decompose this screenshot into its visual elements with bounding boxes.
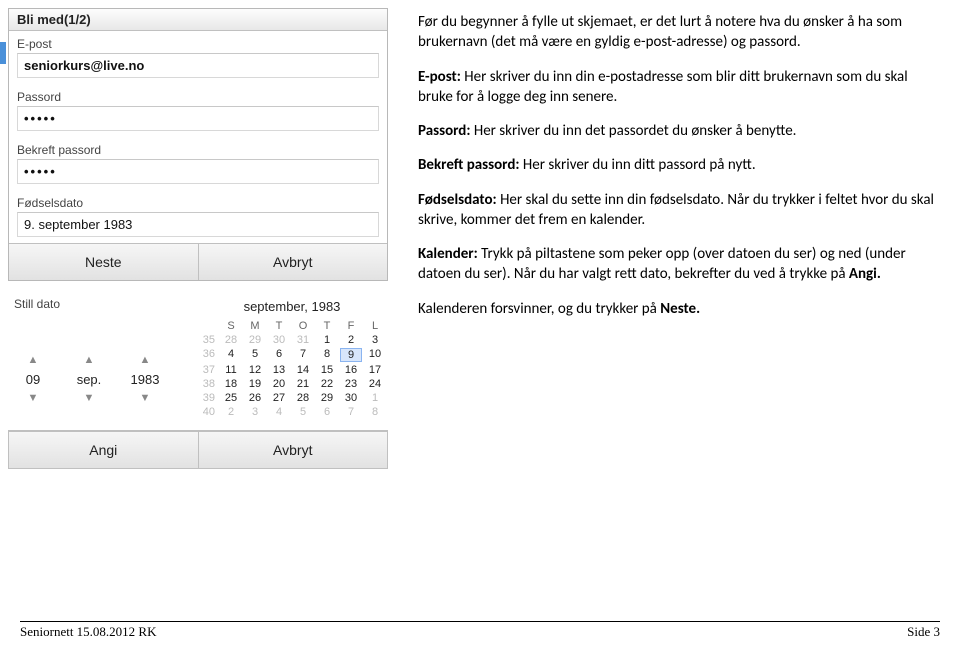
email-field[interactable]: seniorkurs@live.no <box>17 53 379 78</box>
calendar-day-cell[interactable]: 29 <box>244 334 266 346</box>
calendar-day-cell[interactable]: 3 <box>244 406 266 418</box>
calendar-week-number: 36 <box>196 348 218 362</box>
calendar-week-number: 39 <box>196 392 218 404</box>
month-value: sep. <box>77 372 102 387</box>
birthdate-label: Fødselsdato <box>9 190 387 210</box>
month-up-icon[interactable]: ▲ <box>84 355 95 366</box>
calendar-weekday-header: T <box>316 320 338 332</box>
calendar-weekday-header: T <box>268 320 290 332</box>
active-field-indicator <box>0 42 6 64</box>
calendar-day-cell[interactable]: 27 <box>268 392 290 404</box>
date-spinner-title: Still dato <box>8 293 188 315</box>
calendar-day-cell[interactable]: 31 <box>292 334 314 346</box>
instruction-next: Kalenderen forsvinner, og du trykker på … <box>418 299 940 319</box>
calendar-month-label: september, 1983 <box>196 299 388 314</box>
day-up-icon[interactable]: ▲ <box>28 355 39 366</box>
calendar-weekday-header: F <box>340 320 362 332</box>
date-spinner-panel: Still dato ▲ 09 ▼ ▲ sep. ▼ ▲ 1983 <box>8 293 188 418</box>
calendar-day-cell[interactable]: 20 <box>268 378 290 390</box>
calendar-day-cell[interactable]: 1 <box>364 392 386 404</box>
instruction-intro: Før du begynner å fylle ut skjemaet, er … <box>418 12 940 53</box>
calendar-day-cell[interactable]: 2 <box>220 406 242 418</box>
calendar-day-cell[interactable]: 5 <box>292 406 314 418</box>
email-label: E-post <box>9 31 387 51</box>
day-down-icon[interactable]: ▼ <box>28 393 39 404</box>
calendar-day-cell[interactable]: 23 <box>340 378 362 390</box>
footer-right: Side 3 <box>907 624 940 640</box>
year-value: 1983 <box>131 372 160 387</box>
instruction-calendar: Kalender: Trykk på piltastene som peker … <box>418 244 940 285</box>
calendar-day-cell[interactable]: 5 <box>244 348 266 362</box>
form-title: Bli med(1/2) <box>9 9 387 31</box>
instruction-password: Passord: Her skriver du inn det passorde… <box>418 121 940 141</box>
signup-form: Bli med(1/2) E-post seniorkurs@live.no P… <box>8 8 388 281</box>
birthdate-field[interactable]: 9. september 1983 <box>17 212 379 237</box>
calendar-day-cell[interactable]: 2 <box>340 334 362 346</box>
calendar-day-cell[interactable]: 28 <box>292 392 314 404</box>
calendar-day-cell[interactable]: 21 <box>292 378 314 390</box>
instruction-email: E-post: Her skriver du inn din e-postadr… <box>418 67 940 108</box>
footer-left: Seniornett 15.08.2012 RK <box>20 624 157 640</box>
calendar-day-cell[interactable]: 17 <box>364 364 386 376</box>
calendar-weekday-header: M <box>244 320 266 332</box>
calendar-day-cell[interactable]: 6 <box>268 348 290 362</box>
calendar-week-number: 40 <box>196 406 218 418</box>
password-field[interactable]: ••••• <box>17 106 379 131</box>
page-footer: Seniornett 15.08.2012 RK Side 3 <box>20 621 940 640</box>
calendar-day-cell[interactable]: 28 <box>220 334 242 346</box>
calendar-weekday-header: L <box>364 320 386 332</box>
date-cancel-button[interactable]: Avbryt <box>198 431 388 468</box>
calendar-day-cell[interactable]: 6 <box>316 406 338 418</box>
calendar-day-cell[interactable]: 18 <box>220 378 242 390</box>
year-down-icon[interactable]: ▼ <box>140 393 151 404</box>
calendar-day-cell[interactable]: 4 <box>220 348 242 362</box>
confirm-password-field[interactable]: ••••• <box>17 159 379 184</box>
calendar-day-cell[interactable]: 10 <box>364 348 386 362</box>
instruction-confirm: Bekreft passord: Her skriver du inn ditt… <box>418 155 940 175</box>
calendar-week-number: 38 <box>196 378 218 390</box>
year-up-icon[interactable]: ▲ <box>140 355 151 366</box>
calendar-day-cell[interactable]: 19 <box>244 378 266 390</box>
instruction-birthdate: Fødselsdato: Her skal du sette inn din f… <box>418 190 940 231</box>
calendar-day-cell[interactable]: 30 <box>340 392 362 404</box>
date-set-button[interactable]: Angi <box>9 431 198 468</box>
calendar-day-cell[interactable]: 9 <box>340 348 362 362</box>
calendar-day-cell[interactable]: 13 <box>268 364 290 376</box>
day-value: 09 <box>26 372 40 387</box>
calendar-weekday-header: O <box>292 320 314 332</box>
calendar-day-cell[interactable]: 11 <box>220 364 242 376</box>
calendar-day-cell[interactable]: 16 <box>340 364 362 376</box>
calendar-day-cell[interactable]: 3 <box>364 334 386 346</box>
password-label: Passord <box>9 84 387 104</box>
calendar-day-cell[interactable]: 7 <box>340 406 362 418</box>
calendar-day-cell[interactable]: 26 <box>244 392 266 404</box>
calendar-day-cell[interactable]: 22 <box>316 378 338 390</box>
calendar-day-cell[interactable]: 29 <box>316 392 338 404</box>
next-button[interactable]: Neste <box>9 243 198 280</box>
calendar-day-cell[interactable]: 7 <box>292 348 314 362</box>
calendar-week-number: 35 <box>196 334 218 346</box>
month-down-icon[interactable]: ▼ <box>84 393 95 404</box>
calendar-panel: september, 1983 SMTOTFL35282930311233645… <box>196 293 388 418</box>
calendar-weekday-header: S <box>220 320 242 332</box>
calendar-day-cell[interactable]: 15 <box>316 364 338 376</box>
calendar-day-cell[interactable]: 24 <box>364 378 386 390</box>
calendar-day-cell[interactable]: 12 <box>244 364 266 376</box>
calendar-day-cell[interactable]: 25 <box>220 392 242 404</box>
calendar-week-number: 37 <box>196 364 218 376</box>
calendar-day-cell[interactable]: 4 <box>268 406 290 418</box>
calendar-day-cell[interactable]: 1 <box>316 334 338 346</box>
instructions-panel: Før du begynner å fylle ut skjemaet, er … <box>418 8 940 469</box>
cancel-button[interactable]: Avbryt <box>198 243 388 280</box>
calendar-day-cell[interactable]: 30 <box>268 334 290 346</box>
calendar-day-cell[interactable]: 14 <box>292 364 314 376</box>
confirm-password-label: Bekreft passord <box>9 137 387 157</box>
calendar-day-cell[interactable]: 8 <box>316 348 338 362</box>
calendar-day-cell[interactable]: 8 <box>364 406 386 418</box>
